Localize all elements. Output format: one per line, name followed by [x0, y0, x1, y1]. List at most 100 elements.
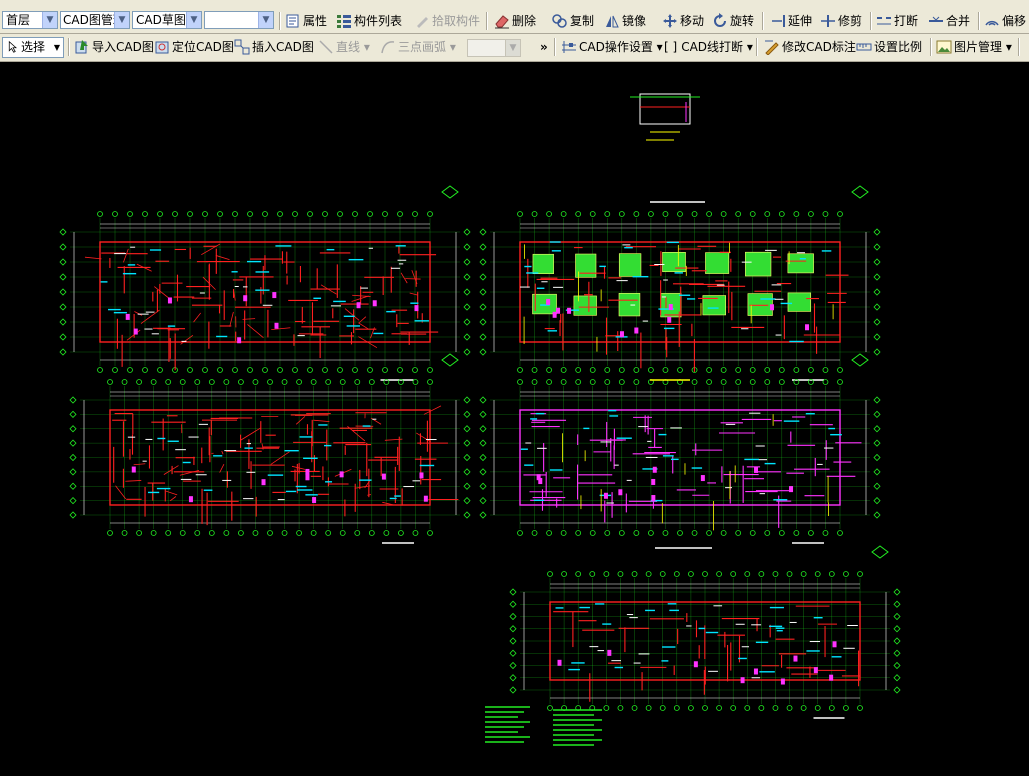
image-manage-button[interactable]: 图片管理 ▾	[936, 37, 1012, 57]
cursor-icon	[8, 40, 17, 53]
insert-cad-label: 插入CAD图	[252, 40, 314, 54]
break-button[interactable]: 打断	[876, 11, 918, 31]
chevron-down-icon: ▼	[53, 43, 60, 52]
import-cad-label: 导入CAD图	[92, 40, 154, 54]
toolbar-divider	[870, 12, 872, 30]
select-button[interactable]: 选择 ▼	[2, 37, 64, 58]
floor-plan-top-left	[59, 185, 471, 381]
toolbar-divider	[762, 12, 764, 30]
properties-icon	[286, 14, 299, 27]
extend-icon	[772, 14, 785, 27]
toolbar-divider	[930, 38, 932, 56]
offset-icon	[985, 20, 999, 26]
merge-label: 合并	[946, 14, 971, 28]
cad-line-break-button[interactable]: [ ] CAD线打断 ▾	[664, 37, 753, 57]
settings-icon	[562, 40, 576, 53]
cad-draft-select-value: CAD草图	[136, 13, 186, 27]
scale-icon	[856, 43, 872, 50]
insert-cad-button[interactable]: 插入CAD图	[234, 37, 314, 57]
line-button[interactable]: 直线 ▾	[318, 37, 370, 57]
locate-icon	[155, 41, 169, 53]
cad-op-settings-button[interactable]: CAD操作设置 ▾	[561, 37, 663, 57]
three-point-arc-label: 三点画弧	[398, 40, 447, 54]
locate-cad-label: 定位CAD图	[172, 40, 234, 54]
toolbar-overflow-button[interactable]: »	[540, 37, 548, 57]
foundation-plan-bottom	[509, 545, 901, 719]
cad-manage-select[interactable]: CAD图管理 ▼	[60, 11, 130, 29]
overflow-label: »	[540, 40, 548, 54]
trim-button[interactable]: 修剪	[820, 11, 862, 31]
blank-select[interactable]: ▼	[204, 11, 274, 29]
move-icon	[663, 13, 677, 28]
main-toolbar: 首层 ▼ CAD图管理 ▼ CAD草图 ▼ ▼ 属性 构件列表 拾取构件 删除 …	[0, 8, 1029, 34]
extend-button[interactable]: 延伸	[770, 11, 812, 31]
pick-component-label: 拾取构件	[432, 14, 481, 28]
component-list-label: 构件列表	[354, 14, 403, 28]
offset-button[interactable]: 偏移	[984, 11, 1026, 31]
move-button[interactable]: 移动	[662, 11, 704, 31]
rotate-button[interactable]: 旋转	[712, 11, 754, 31]
chevron-down-icon: ▼	[114, 12, 129, 28]
copy-icon	[552, 13, 567, 28]
toolbar-divider	[554, 38, 556, 56]
trim-icon	[821, 14, 835, 27]
extend-label: 延伸	[788, 14, 813, 28]
locate-cad-button[interactable]: 定位CAD图	[154, 37, 234, 57]
three-point-arc-button[interactable]: 三点画弧 ▾	[380, 37, 456, 57]
line-label: 直线	[336, 40, 361, 54]
bracket-icon: [ ]	[664, 40, 678, 54]
cad-drawing-canvas[interactable]	[0, 62, 1029, 776]
dimension-icon	[765, 40, 779, 55]
pick-component-button[interactable]: 拾取构件	[414, 11, 480, 31]
break-label: 打断	[894, 14, 919, 28]
toolbar-divider	[68, 38, 70, 56]
rotate-icon	[714, 12, 726, 27]
mirror-button[interactable]: 镜像	[604, 11, 646, 31]
properties-button[interactable]: 属性	[285, 11, 327, 31]
mirror-icon	[606, 15, 619, 27]
floor-select[interactable]: 首层 ▼	[2, 11, 58, 29]
floor-select-value: 首层	[6, 13, 31, 27]
component-list-button[interactable]: 构件列表	[336, 11, 402, 31]
disabled-select[interactable]: ▼	[467, 39, 521, 57]
select-label: 选择	[21, 40, 46, 54]
toolbar-divider	[756, 38, 758, 56]
image-manage-label: 图片管理	[954, 40, 1003, 54]
pick-icon	[417, 16, 428, 28]
properties-label: 属性	[303, 14, 328, 28]
chevron-down-icon: ▼	[186, 12, 201, 28]
chevron-down-icon: ▼	[258, 12, 273, 28]
cad-toolbar: 选择 ▼ 导入CAD图 定位CAD图 插入CAD图 直线 ▾ 三点画弧 ▾ ▼ …	[0, 34, 1029, 62]
cad-drawing	[59, 93, 901, 746]
copy-button[interactable]: 复制	[552, 11, 594, 31]
modify-cad-dim-button[interactable]: 修改CAD标注	[764, 37, 856, 57]
trim-label: 修剪	[838, 14, 863, 28]
arc-icon	[381, 40, 395, 53]
cad-line-break-label: CAD线打断	[681, 40, 744, 54]
toolbar-divider	[1018, 38, 1020, 56]
toolbar-divider	[279, 12, 281, 30]
line-icon	[319, 39, 333, 54]
offset-label: 偏移	[1002, 14, 1027, 28]
chevron-down-icon: ▼	[42, 12, 57, 28]
chevron-down-icon: ▼	[505, 40, 520, 56]
import-icon	[75, 39, 88, 53]
image-icon	[936, 40, 952, 53]
rotate-label: 旋转	[730, 14, 755, 28]
cad-op-settings-label: CAD操作设置	[579, 40, 653, 54]
move-label: 移动	[680, 14, 705, 28]
eraser-icon	[495, 14, 509, 28]
set-scale-button[interactable]: 设置比例	[856, 37, 922, 57]
merge-button[interactable]: 合并	[928, 11, 970, 31]
insert-icon	[234, 39, 250, 54]
delete-button[interactable]: 删除	[494, 11, 536, 31]
floor-plan-top-right-green-fill	[479, 185, 881, 381]
cad-draft-select[interactable]: CAD草图 ▼	[132, 11, 202, 29]
import-cad-button[interactable]: 导入CAD图	[74, 37, 154, 57]
floor-plan-middle-right	[479, 353, 881, 549]
delete-label: 删除	[512, 14, 537, 28]
merge-icon	[929, 16, 943, 22]
floor-plan-middle-left	[69, 353, 471, 544]
modify-cad-dim-label: 修改CAD标注	[782, 40, 856, 54]
drawing-notes-legend	[485, 706, 602, 746]
